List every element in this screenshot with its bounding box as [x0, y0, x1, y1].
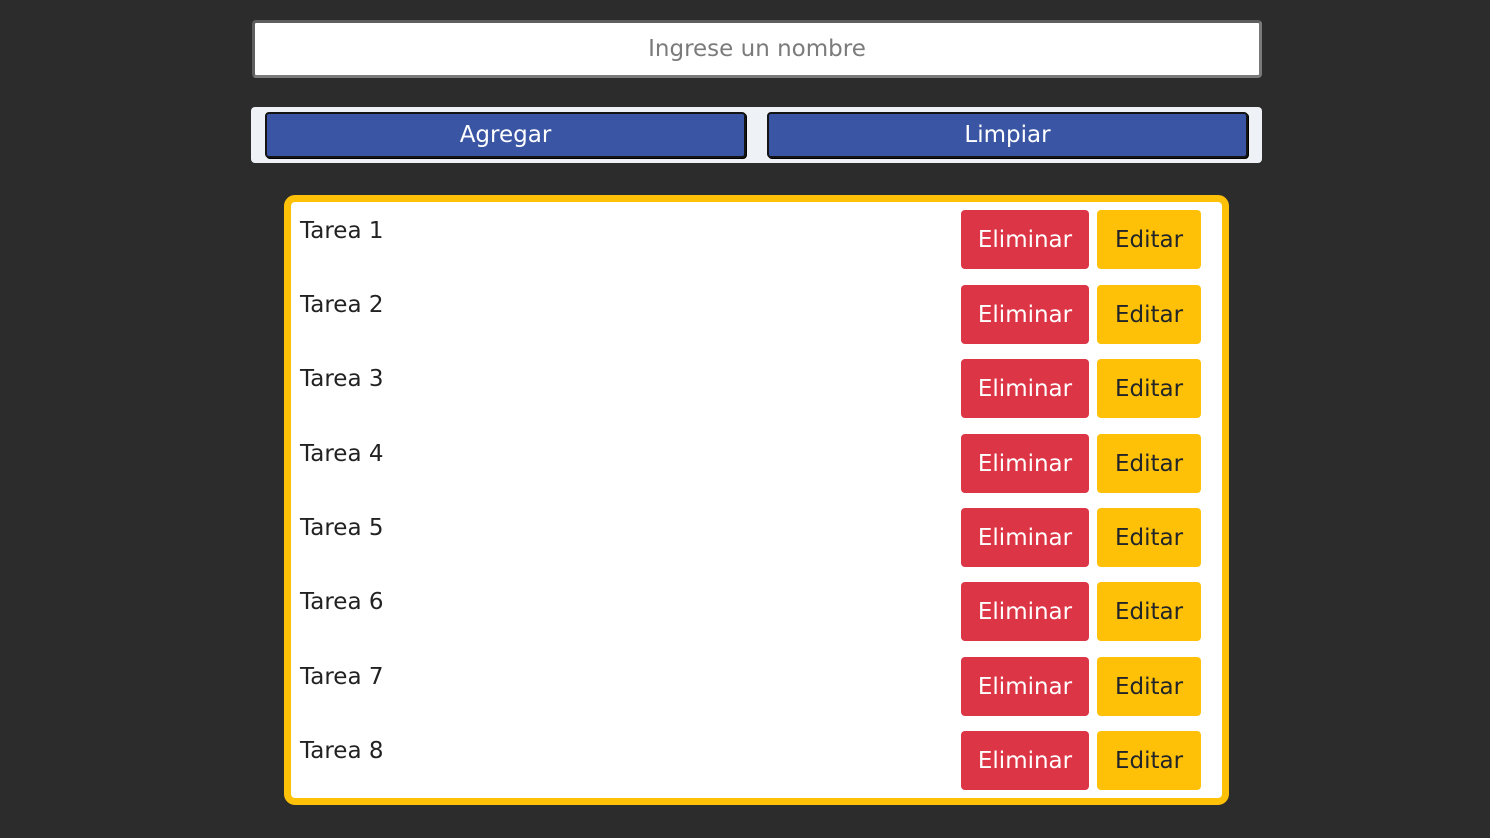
edit-button[interactable]: Editar [1097, 508, 1201, 567]
delete-button[interactable]: Eliminar [961, 359, 1089, 418]
task-row: Tarea 5 Eliminar Editar [291, 508, 1222, 568]
edit-button[interactable]: Editar [1097, 359, 1201, 418]
task-name: Tarea 4 [300, 441, 384, 467]
task-name: Tarea 1 [300, 218, 384, 244]
delete-button[interactable]: Eliminar [961, 582, 1089, 641]
task-name: Tarea 5 [300, 515, 384, 541]
edit-button[interactable]: Editar [1097, 285, 1201, 344]
name-input[interactable] [252, 20, 1262, 78]
task-row: Tarea 7 Eliminar Editar [291, 657, 1222, 717]
task-name: Tarea 6 [300, 589, 384, 615]
task-list: Tarea 1 Eliminar Editar Tarea 2 Eliminar… [284, 195, 1229, 805]
edit-button[interactable]: Editar [1097, 434, 1201, 493]
button-bar: Agregar Limpiar [251, 107, 1262, 163]
task-row: Tarea 3 Eliminar Editar [291, 359, 1222, 419]
task-row: Tarea 8 Eliminar Editar [291, 731, 1222, 791]
delete-button[interactable]: Eliminar [961, 657, 1089, 716]
delete-button[interactable]: Eliminar [961, 285, 1089, 344]
task-name: Tarea 7 [300, 664, 384, 690]
task-name: Tarea 2 [300, 292, 384, 318]
edit-button[interactable]: Editar [1097, 582, 1201, 641]
task-name: Tarea 8 [300, 738, 384, 764]
delete-button[interactable]: Eliminar [961, 731, 1089, 790]
task-row: Tarea 2 Eliminar Editar [291, 285, 1222, 345]
edit-button[interactable]: Editar [1097, 210, 1201, 269]
clear-button[interactable]: Limpiar [767, 112, 1248, 158]
delete-button[interactable]: Eliminar [961, 210, 1089, 269]
task-row: Tarea 6 Eliminar Editar [291, 582, 1222, 642]
delete-button[interactable]: Eliminar [961, 508, 1089, 567]
task-row: Tarea 4 Eliminar Editar [291, 434, 1222, 494]
task-row: Tarea 1 Eliminar Editar [291, 210, 1222, 270]
edit-button[interactable]: Editar [1097, 731, 1201, 790]
task-name: Tarea 3 [300, 366, 384, 392]
edit-button[interactable]: Editar [1097, 657, 1201, 716]
add-button[interactable]: Agregar [265, 112, 746, 158]
delete-button[interactable]: Eliminar [961, 434, 1089, 493]
